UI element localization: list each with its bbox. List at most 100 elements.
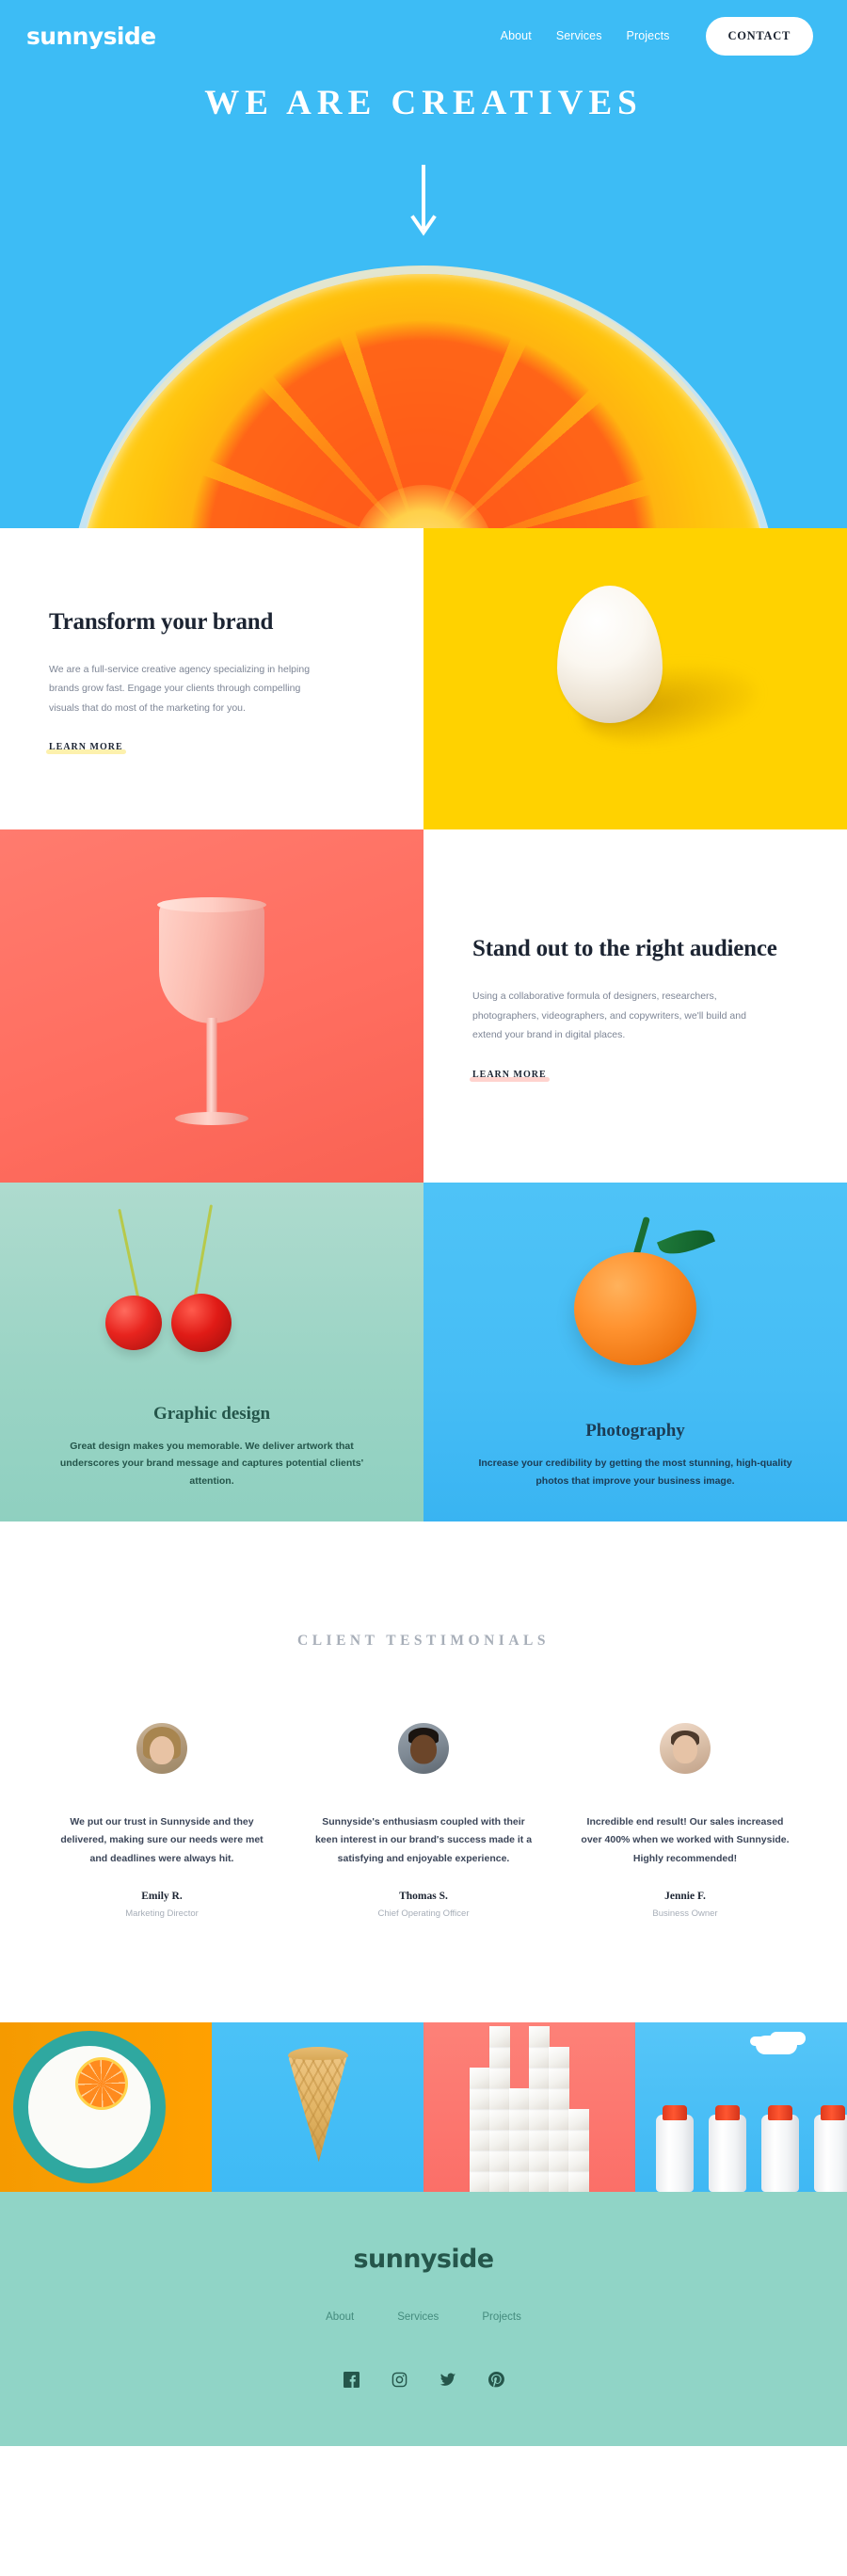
sugar-cube-decor — [528, 2150, 550, 2172]
sugar-cube-decor — [548, 2088, 569, 2110]
sugar-cube-decor — [528, 2130, 550, 2151]
footer-link-about[interactable]: About — [326, 2311, 354, 2323]
footer-link-services[interactable]: Services — [397, 2311, 439, 2323]
sugar-cube-decor — [548, 2171, 569, 2193]
testimonials-grid: We put our trust in Sunnyside and they d… — [0, 1723, 847, 1919]
gallery-item-ice-cream-cone[interactable] — [212, 2022, 424, 2193]
cup-base-decor — [175, 1112, 248, 1125]
nav-item-about[interactable]: About — [501, 29, 532, 42]
sugar-cube-decor — [567, 2171, 589, 2193]
gallery-item-orange-plate[interactable] — [0, 2022, 212, 2193]
page-root: sunnyside About Services Projects CONTAC… — [0, 0, 847, 2447]
cherry-stem-decor — [118, 1208, 140, 1302]
avatar-face-decor — [410, 1734, 437, 1764]
bottle-cap-decor — [821, 2105, 845, 2121]
bottle-decor — [656, 2115, 694, 2193]
cone-decor — [288, 2057, 347, 2163]
feature-body: We are a full-service creative agency sp… — [49, 663, 311, 714]
feature-body: Using a collaborative formula of designe… — [472, 990, 746, 1041]
sugar-cube-decor — [488, 2150, 510, 2172]
testimonial-card: Incredible end result! Our sales increas… — [576, 1723, 794, 1919]
sugar-cube-decor — [508, 2130, 530, 2151]
testimonials-heading: CLIENT TESTIMONIALS — [297, 1633, 550, 1649]
footer-link-projects[interactable]: Projects — [482, 2311, 521, 2323]
bottle-decor — [761, 2115, 799, 2193]
cherry-decor — [171, 1294, 232, 1352]
sugar-cube-decor — [488, 2130, 510, 2151]
feature-text-standout: Stand out to the right audience Using a … — [424, 829, 847, 1183]
sugar-cube-decor — [469, 2109, 490, 2131]
feature-title: Transform your brand — [49, 608, 274, 635]
services-row: Graphic design Great design makes you me… — [0, 1183, 847, 1521]
avatar — [398, 1723, 449, 1774]
sugar-cube-decor — [508, 2109, 530, 2131]
pinterest-icon[interactable] — [487, 2372, 504, 2388]
feature-title: Stand out to the right audience — [472, 936, 777, 962]
nav-links: About Services Projects CONTACT — [501, 16, 813, 56]
gallery-row — [0, 2022, 847, 2193]
service-title: Photography — [585, 1421, 685, 1441]
service-body: Increase your credibility by getting the… — [478, 1457, 792, 1487]
testimonial-name: Emily R. — [141, 1891, 183, 1903]
service-card-graphic-design: Graphic design Great design makes you me… — [0, 1183, 424, 1521]
footer-logo[interactable]: sunnyside — [0, 2245, 847, 2274]
sugar-cube-decor — [469, 2171, 490, 2193]
gallery-item-sugar-cubes[interactable] — [424, 2022, 635, 2193]
twitter-icon[interactable] — [439, 2372, 456, 2388]
service-title: Graphic design — [152, 1403, 271, 1424]
nav-item-projects[interactable]: Projects — [627, 29, 670, 42]
sugar-cube-decor — [508, 2150, 530, 2172]
cloud-decor — [756, 2036, 797, 2055]
orange-slice-decor — [75, 2057, 128, 2111]
sugar-cube-decor — [488, 2109, 510, 2131]
sugar-cube-decor — [548, 2130, 569, 2151]
sugar-cube-decor — [528, 2109, 550, 2131]
sugar-cube-decor — [508, 2088, 530, 2110]
testimonial-role: Marketing Director — [125, 1908, 199, 1920]
sugar-cube-decor — [528, 2171, 550, 2193]
avatar — [136, 1723, 187, 1774]
cup-bowl-decor — [159, 903, 264, 1023]
social-links — [0, 2372, 847, 2389]
cone-top-decor — [287, 2047, 348, 2061]
feature-row-standout: Stand out to the right audience Using a … — [0, 829, 847, 1183]
facebook-icon[interactable] — [343, 2372, 360, 2389]
site-footer: sunnyside About Services Projects — [0, 2192, 847, 2447]
scroll-down-arrow-icon[interactable] — [409, 165, 438, 242]
service-body: Great design makes you memorable. We del… — [59, 1440, 364, 1487]
glass-rim-decor — [66, 266, 781, 528]
bottle-cap-decor — [663, 2105, 687, 2121]
contact-button[interactable]: CONTACT — [705, 16, 813, 56]
sugar-cube-decor — [469, 2130, 490, 2151]
bottle-decor — [814, 2115, 847, 2193]
testimonial-card: Sunnyside's enthusiasm coupled with thei… — [314, 1723, 533, 1919]
cup-rim-decor — [157, 897, 266, 912]
feature-row-transform: Transform your brand We are a full-servi… — [0, 528, 847, 829]
testimonial-role: Business Owner — [652, 1908, 718, 1920]
nav-item-services[interactable]: Services — [556, 29, 602, 42]
sugar-cube-decor — [528, 2068, 550, 2089]
sugar-cube-decor — [488, 2088, 510, 2110]
testimonials-section: CLIENT TESTIMONIALS We put our trust in … — [0, 1521, 847, 2023]
site-logo[interactable]: sunnyside — [26, 23, 156, 50]
sugar-cube-stack-decor — [469, 2022, 590, 2193]
avatar — [660, 1723, 711, 1774]
feature-text-transform: Transform your brand We are a full-servi… — [0, 528, 424, 829]
sugar-cube-decor — [488, 2047, 510, 2069]
instagram-icon[interactable] — [392, 2372, 408, 2388]
sugar-cube-decor — [548, 2150, 569, 2172]
sugar-cube-decor — [548, 2109, 569, 2131]
learn-more-link-transform[interactable]: LEARN MORE — [46, 742, 126, 755]
testimonial-name: Thomas S. — [399, 1891, 448, 1903]
gallery-item-milk-bottles[interactable] — [635, 2022, 847, 2193]
cherry-stem-decor — [193, 1204, 214, 1302]
tangerine-leaf-decor — [656, 1221, 716, 1263]
sugar-cube-decor — [528, 2088, 550, 2110]
testimonial-quote: Incredible end result! Our sales increas… — [581, 1816, 790, 1864]
sugar-cube-decor — [548, 2068, 569, 2089]
cup-stem-decor — [206, 1018, 217, 1119]
tangerine-decor — [574, 1252, 696, 1365]
learn-more-link-standout[interactable]: LEARN MORE — [470, 1070, 550, 1082]
cherry-decor — [105, 1296, 162, 1350]
sugar-cube-decor — [528, 2047, 550, 2069]
